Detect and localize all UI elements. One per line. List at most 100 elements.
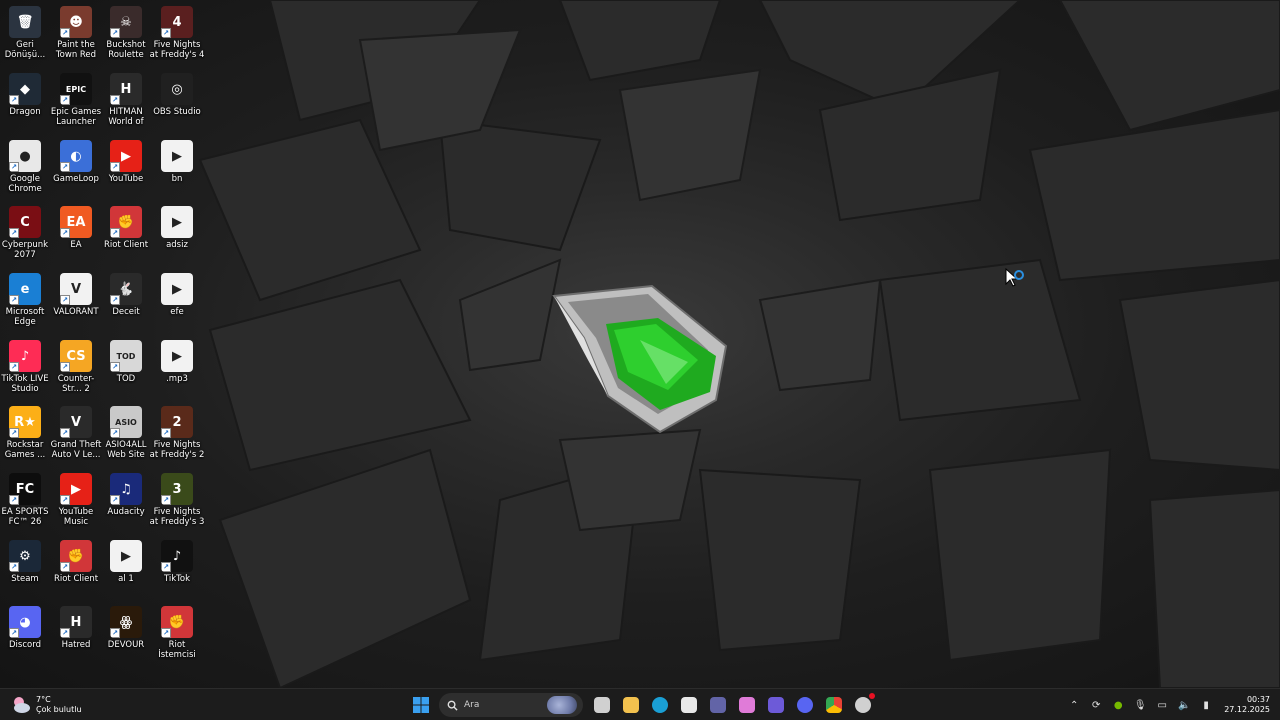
desktop-shortcut[interactable]: FC ↗ EA SPORTS FC™ 26 — [0, 469, 50, 533]
shortcut-arrow-icon: ↗ — [60, 95, 70, 105]
desktop-shortcut[interactable]: 4 ↗ Five Nights at Freddy's 4 — [150, 2, 204, 66]
desktop-shortcut[interactable]: CS ↗ Counter-Str... 2 — [51, 336, 101, 400]
desktop-shortcut[interactable]: H↗HITMAN World of As... — [101, 69, 151, 133]
settings-taskbar-button[interactable] — [850, 692, 876, 718]
desktop-shortcut[interactable]: ◕ ↗ Discord — [0, 602, 50, 666]
ea-icon: EA ↗ — [60, 206, 92, 238]
shortcut-arrow-icon: ↗ — [161, 428, 171, 438]
dragon-icon: ◆ ↗ — [9, 73, 41, 105]
desktop-shortcut-label: Geri Dönüşü... — [4, 40, 46, 60]
icon-glyph: ♪ — [20, 348, 30, 364]
task-view-button[interactable] — [589, 692, 615, 718]
sync-tray-icon[interactable]: ⟳ — [1086, 695, 1106, 715]
desktop-shortcut[interactable]: 🗑 Geri Dönüşü... — [0, 2, 50, 66]
desktop-shortcut[interactable]: ☠ ↗ Buckshot Roulette — [101, 2, 151, 66]
desktop-shortcut[interactable]: C ↗ Cyberpunk 2077 — [0, 202, 50, 266]
desktop-shortcut-label: TikTok LIVE Studio — [1, 374, 49, 394]
weather-widget[interactable]: 7°C Çok bulutlu — [10, 692, 82, 718]
nvidia-tray-icon[interactable]: ● — [1108, 695, 1128, 715]
edge-taskbar-button[interactable] — [647, 692, 673, 718]
network-tray-icon[interactable]: ▭ — [1152, 695, 1172, 715]
discord-taskbar-button[interactable] — [792, 692, 818, 718]
desktop-shortcut-label: Five Nights at Freddy's 3 — [149, 507, 205, 527]
desktop-shortcut[interactable]: ꙮ ↗ DEVOUR — [101, 602, 151, 666]
shortcut-arrow-icon: ↗ — [60, 162, 70, 172]
desktop-shortcut[interactable]: ♫ ↗ Audacity — [101, 469, 151, 533]
windows-start-icon — [413, 697, 429, 713]
desktop-shortcut-label: Audacity — [107, 507, 145, 517]
gta-v-icon: V ↗ — [60, 406, 92, 438]
search-box[interactable] — [439, 693, 583, 717]
desktop-shortcut[interactable]: ASIO ↗ ASIO4ALL Web Site — [101, 402, 151, 466]
shortcut-arrow-icon: ↗ — [60, 428, 70, 438]
media-file-icon: ▶ — [161, 273, 193, 305]
desktop-shortcut[interactable]: R★ ↗ Rockstar Games ... — [0, 402, 50, 466]
volume-tray-icon[interactable]: 🔈 — [1174, 695, 1194, 715]
desktop-shortcut[interactable]: ✊ ↗ Riot İstemcisi — [152, 602, 202, 666]
icon-glyph: ▶ — [172, 148, 182, 164]
battery-tray-icon[interactable]: ▮ — [1196, 695, 1216, 715]
audacity-icon: ♫ ↗ — [110, 473, 142, 505]
desktop-shortcut[interactable]: ◎ OBS Studio — [152, 69, 202, 133]
search-input[interactable] — [464, 700, 544, 710]
desktop-shortcut[interactable]: 3 ↗ Five Nights at Freddy's 3 — [149, 469, 205, 533]
show-hidden-icons-button[interactable]: ⌃ — [1064, 695, 1084, 715]
desktop-shortcut[interactable]: 🐇 ↗ Deceit — [101, 269, 151, 333]
desktop-shortcut[interactable]: ▶ adsiz — [152, 202, 202, 266]
teams-taskbar-button[interactable] — [705, 692, 731, 718]
desktop-shortcut[interactable]: EPIC ↗ Epic Games Launcher — [51, 69, 101, 133]
store-taskbar-button[interactable] — [676, 692, 702, 718]
shortcut-arrow-icon: ↗ — [60, 362, 70, 372]
desktop-shortcut[interactable]: e ↗ Microsoft Edge — [0, 269, 50, 333]
icon-glyph: ⚙ — [19, 548, 31, 564]
weather-temperature: 7°C — [36, 695, 51, 704]
desktop-shortcut[interactable]: ▶ bn — [152, 136, 202, 200]
desktop-shortcut[interactable]: ▶ al 1 — [101, 536, 151, 600]
desktop-shortcut[interactable]: ◐ ↗ GameLoop — [51, 136, 101, 200]
microphone-tray-icon[interactable]: 🎙 — [1130, 695, 1150, 715]
desktop-shortcut[interactable]: TOD ↗ TOD — [101, 336, 151, 400]
desktop-shortcut[interactable]: ⚙ ↗ Steam — [0, 536, 50, 600]
desktop-shortcut[interactable]: EA ↗ EA — [51, 202, 101, 266]
start-button[interactable] — [408, 692, 434, 718]
desktop-shortcut[interactable]: ♪ ↗ TikTok — [152, 536, 202, 600]
volume-icon: 🔈 — [1177, 699, 1191, 711]
chrome-taskbar-button[interactable] — [821, 692, 847, 718]
weather-condition: Çok bulutlu — [36, 705, 82, 714]
clock[interactable]: 00:37 27.12.2025 — [1224, 695, 1270, 715]
desktop-shortcut[interactable]: ▶ .mp3 — [152, 336, 202, 400]
desktop-shortcut-label: YouTube — [108, 174, 144, 184]
desktop-shortcut[interactable]: ▶ efe — [152, 269, 202, 333]
icon-glyph: ● — [19, 148, 31, 164]
desktop-shortcut[interactable]: ✊ ↗ Riot Client — [101, 202, 151, 266]
desktop-shortcut[interactable]: 2 ↗ Five Nights at Freddy's 2 — [150, 402, 204, 466]
edge-icon — [652, 697, 668, 713]
desktop-shortcut[interactable]: ✊ ↗ Riot Client — [51, 536, 101, 600]
copilot-taskbar-button[interactable] — [734, 692, 760, 718]
desktop-shortcut-label: VALORANT — [53, 307, 99, 317]
desktop-shortcut[interactable]: ● ↗ Google Chrome — [0, 136, 50, 200]
desktop-shortcut-label: Paint the Town Red — [55, 40, 97, 60]
desktop-shortcut[interactable]: ▶ ↗ YouTube — [101, 136, 151, 200]
desktop-shortcut[interactable]: V ↗ VALORANT — [51, 269, 101, 333]
desktop-shortcut-label: efe — [170, 307, 184, 317]
shortcut-arrow-icon: ↗ — [161, 562, 171, 572]
icon-glyph: ✊ — [168, 614, 186, 630]
desktop-shortcut[interactable]: ☻ ↗ Paint the Town Red — [51, 2, 101, 66]
screen-capture-taskbar-button[interactable] — [763, 692, 789, 718]
file-explorer-button[interactable] — [618, 692, 644, 718]
desktop-shortcut[interactable]: ◆ ↗ Dragon — [0, 69, 50, 133]
desktop-shortcut-label: Riot Client — [103, 240, 149, 250]
desktop-shortcut[interactable]: V ↗ Grand Theft Auto V Le... — [51, 402, 101, 466]
shortcut-arrow-icon: ↗ — [60, 628, 70, 638]
desktop-shortcut[interactable]: ♪ ↗ TikTok LIVE Studio — [0, 336, 50, 400]
desktop-shortcut[interactable]: ▶ ↗ YouTube Music — [51, 469, 101, 533]
steam-icon: ⚙ ↗ — [9, 540, 41, 572]
devour-icon: ꙮ ↗ — [110, 606, 142, 638]
icon-glyph: 4 — [172, 14, 182, 30]
desktop-shortcut-label: bn — [171, 174, 183, 184]
clock-time: 00:37 — [1246, 695, 1270, 704]
refresh-icon: ⟳ — [1091, 699, 1101, 711]
desktop-shortcut[interactable]: H ↗ Hatred — [51, 602, 101, 666]
riot-client-icon: ✊ ↗ — [161, 606, 193, 638]
